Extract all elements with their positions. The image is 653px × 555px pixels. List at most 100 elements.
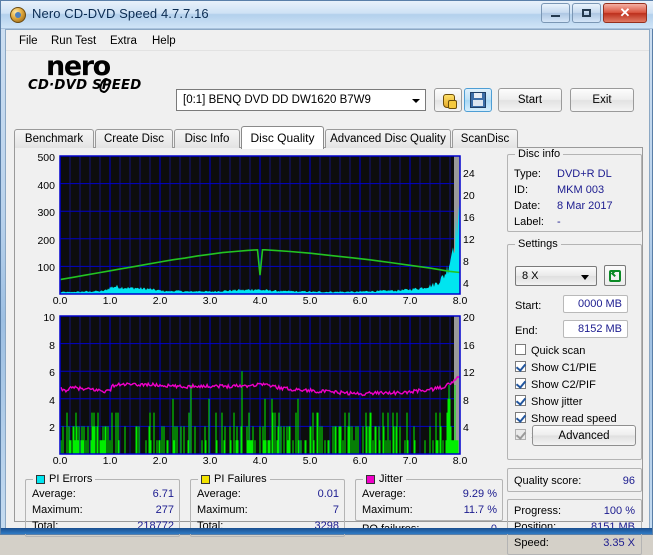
pi-errors-maximum-value: 277 bbox=[96, 504, 174, 516]
jitter-stats-title-row: Jitter bbox=[363, 473, 406, 485]
disc-label-label: Label: bbox=[514, 216, 544, 228]
title-bar: Nero CD-DVD Speed 4.7.7.16 ✕ bbox=[1, 1, 653, 29]
show-c1-pie-checkbox-icon bbox=[515, 361, 526, 372]
settings-title: Settings bbox=[515, 238, 561, 250]
maximize-button[interactable] bbox=[572, 3, 601, 23]
pi-errors-chart-svg bbox=[17, 152, 503, 308]
speed-ytick-16: 16 bbox=[463, 212, 475, 224]
pi-xtick-2: 2.0 bbox=[147, 295, 173, 307]
menu-extra[interactable]: Extra bbox=[103, 33, 144, 49]
pi-errors-stats-title-row: PI Errors bbox=[33, 473, 95, 485]
pi-errors-swatch-icon bbox=[36, 475, 45, 484]
speed-ytick-8: 8 bbox=[463, 256, 469, 268]
window-title: Nero CD-DVD Speed 4.7.7.16 bbox=[32, 6, 209, 21]
maximize-icon bbox=[573, 4, 600, 22]
disc-date-value: 8 Mar 2017 bbox=[557, 200, 613, 212]
jitter-ytick-4: 4 bbox=[463, 422, 469, 434]
show-c2-pif-label: Show C2/PIF bbox=[531, 379, 596, 391]
quality-score-value: 96 bbox=[567, 475, 635, 487]
pif-xtick-5: 5.0 bbox=[297, 455, 323, 467]
settings-box: Settings 8 X Start: 0000 MB End: 8152 M bbox=[507, 244, 642, 460]
pi-xtick-8: 8.0 bbox=[447, 295, 473, 307]
tab-scandisc[interactable]: ScanDisc bbox=[452, 129, 518, 148]
speed-select-value: 8 X bbox=[522, 270, 539, 282]
jitter-stats-title: Jitter bbox=[379, 473, 403, 485]
pif-ytick-2: 2 bbox=[17, 422, 55, 434]
logo-primary-text: nero bbox=[46, 53, 110, 80]
pif-xtick-8: 8.0 bbox=[447, 455, 473, 467]
drive-select[interactable]: [0:1] BENQ DVD DD DW1620 B7W9 bbox=[176, 89, 426, 111]
jitter-swatch-icon bbox=[366, 475, 375, 484]
end-mb-field[interactable]: 8152 MB bbox=[563, 320, 628, 338]
tab-disc-quality[interactable]: Disc Quality bbox=[241, 126, 324, 149]
checkbox-show-c2-pif[interactable]: Show C2/PIF bbox=[515, 378, 596, 393]
start-mb-field[interactable]: 0000 MB bbox=[563, 295, 628, 313]
disc-label-value: - bbox=[557, 216, 561, 228]
pi-errors-chart: 500 400 300 200 100 24 20 16 12 8 4 0.0 … bbox=[17, 152, 503, 308]
pi-errors-average-value: 6.71 bbox=[96, 488, 174, 500]
speed-ytick-12: 12 bbox=[463, 234, 475, 246]
pi-failures-stats-title: PI Failures bbox=[214, 473, 267, 485]
save-button[interactable] bbox=[464, 88, 492, 112]
pif-xtick-1: 1.0 bbox=[97, 455, 123, 467]
show-c2-pif-checkbox-icon bbox=[515, 378, 526, 389]
pi-failures-maximum-value: 7 bbox=[261, 504, 339, 516]
exit-button[interactable]: Exit bbox=[570, 88, 634, 112]
jitter-maximum-label: Maximum: bbox=[362, 504, 413, 516]
drive-select-value: [0:1] BENQ DVD DD DW1620 B7W9 bbox=[183, 94, 371, 106]
checkbox-show-jitter[interactable]: Show jitter bbox=[515, 395, 582, 410]
speed-label: Speed: bbox=[514, 537, 549, 549]
pi-failures-stats-title-row: PI Failures bbox=[198, 473, 270, 485]
pif-ytick-8: 8 bbox=[17, 340, 55, 352]
status-bar bbox=[1, 528, 652, 534]
pif-xtick-3: 3.0 bbox=[197, 455, 223, 467]
pif-ytick-10: 10 bbox=[17, 312, 55, 324]
app-window: Nero CD-DVD Speed 4.7.7.16 ✕ File Run Te… bbox=[0, 0, 653, 535]
menu-help[interactable]: Help bbox=[145, 33, 183, 49]
sidebar: Disc info Type: DVD+R DL ID: MKM 003 Dat… bbox=[507, 150, 642, 520]
pif-ytick-4: 4 bbox=[17, 395, 55, 407]
floppy-save-icon bbox=[470, 92, 486, 108]
refresh-button[interactable] bbox=[604, 265, 626, 286]
tab-create-disc[interactable]: Create Disc bbox=[95, 129, 173, 148]
pi-xtick-4: 4.0 bbox=[247, 295, 273, 307]
disc-type-value: DVD+R DL bbox=[557, 168, 612, 180]
pi-ytick-400: 400 bbox=[17, 180, 55, 192]
checkbox-quick-scan[interactable]: Quick scan bbox=[515, 344, 585, 359]
jitter-average-label: Average: bbox=[362, 488, 406, 500]
eject-hand-button[interactable] bbox=[434, 88, 462, 112]
chevron-down-icon bbox=[412, 99, 420, 103]
disc-id-label: ID: bbox=[514, 184, 528, 196]
speed-select[interactable]: 8 X bbox=[515, 266, 597, 286]
tab-advanced-disc-quality[interactable]: Advanced Disc Quality bbox=[325, 129, 451, 148]
menu-run-test[interactable]: Run Test bbox=[44, 33, 103, 49]
checkbox-show-c1-pie[interactable]: Show C1/PIE bbox=[515, 361, 596, 376]
start-button[interactable]: Start bbox=[498, 88, 562, 112]
show-jitter-checkbox-icon bbox=[515, 395, 526, 406]
pi-failures-average-label: Average: bbox=[197, 488, 241, 500]
pi-failures-average-value: 0.01 bbox=[261, 488, 339, 500]
advanced-button[interactable]: Advanced bbox=[532, 425, 636, 446]
tab-benchmark[interactable]: Benchmark bbox=[14, 129, 94, 148]
refresh-icon bbox=[609, 270, 621, 282]
pif-xtick-2: 2.0 bbox=[147, 455, 173, 467]
pi-failures-chart-svg bbox=[17, 312, 503, 472]
speed-value: 3.35 X bbox=[562, 537, 635, 549]
pi-failures-swatch-icon bbox=[201, 475, 210, 484]
disc-date-label: Date: bbox=[514, 200, 540, 212]
pif-xtick-6: 6.0 bbox=[347, 455, 373, 467]
pif-xtick-4: 4.0 bbox=[247, 455, 273, 467]
pi-ytick-100: 100 bbox=[17, 262, 55, 274]
pi-errors-stats-title: PI Errors bbox=[49, 473, 92, 485]
menu-file[interactable]: File bbox=[12, 33, 45, 49]
close-button[interactable]: ✕ bbox=[603, 3, 647, 23]
nero-disc-icon bbox=[10, 7, 26, 23]
chevron-down-icon bbox=[581, 275, 589, 280]
show-write-speed-checkbox-icon bbox=[515, 429, 526, 440]
jitter-maximum-value: 11.7 % bbox=[422, 504, 497, 516]
minimize-button[interactable] bbox=[541, 3, 570, 23]
tab-bar: Benchmark Create Disc Disc Info Disc Qua… bbox=[14, 126, 643, 148]
tab-disc-info[interactable]: Disc Info bbox=[174, 129, 240, 148]
pi-errors-average-label: Average: bbox=[32, 488, 76, 500]
jitter-ytick-20: 20 bbox=[463, 312, 475, 324]
